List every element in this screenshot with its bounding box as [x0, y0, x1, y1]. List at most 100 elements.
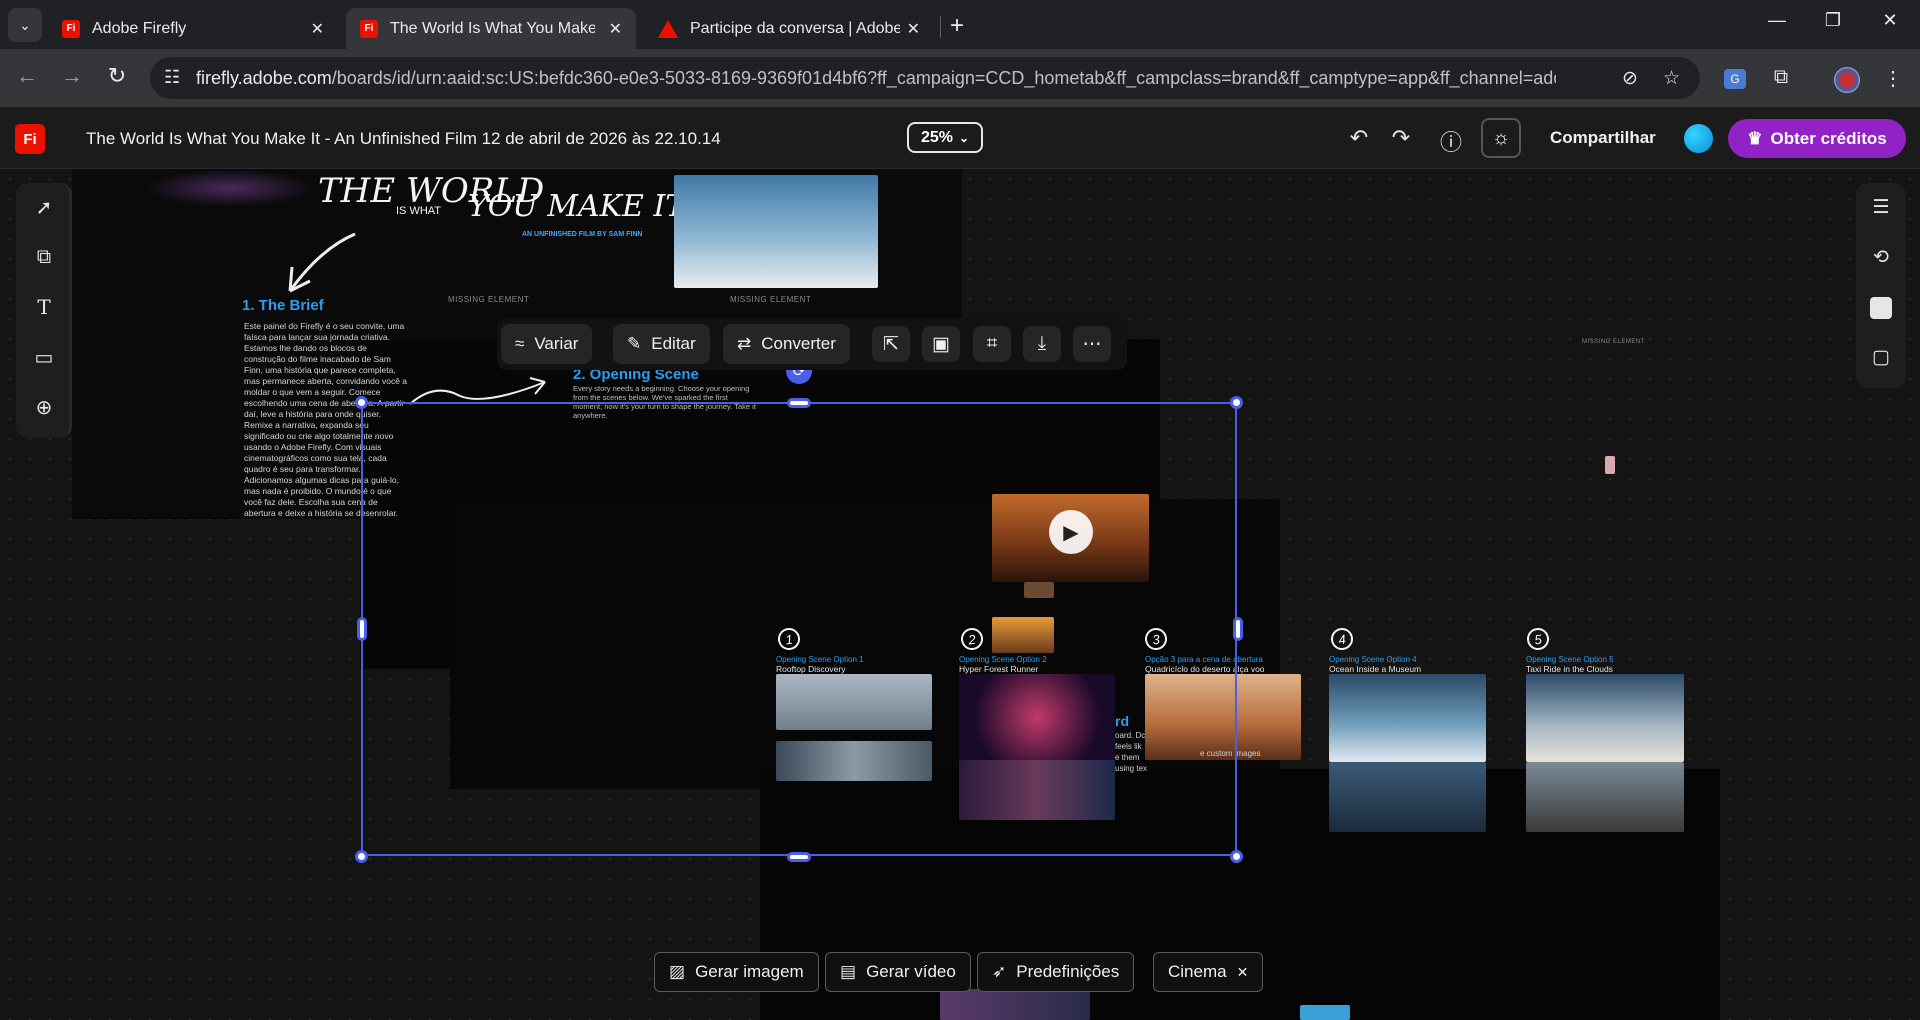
brief-heading: 1. The Brief [242, 297, 324, 314]
tab-title: Adobe Firefly [92, 19, 187, 37]
option-number-badge: 5 [1525, 626, 1551, 652]
close-icon[interactable]: ✕ [1237, 964, 1249, 981]
tab-search-button[interactable]: ⌄ [8, 8, 42, 42]
site-info-icon[interactable]: ☷ [164, 67, 180, 88]
resize-handle-bottom-left[interactable] [355, 850, 368, 863]
tab-world-board[interactable]: Fi The World Is What You Make It ✕ [346, 8, 636, 49]
adobe-stock-icon[interactable]: St [1870, 297, 1892, 319]
new-tab-button[interactable]: + [950, 12, 964, 40]
presets-label: Predefinições [1016, 962, 1120, 981]
tab-adobe-community[interactable]: Participe da conversa | Adobe D ✕ [644, 8, 934, 49]
add-image-icon[interactable]: ⊕ [30, 393, 58, 421]
missing-element-label: MISSING ELEMENT [730, 295, 812, 304]
more-vertical-icon[interactable]: ⋮ [1878, 66, 1908, 91]
right-toolbar: ☰ ⟲ St ▢ [1856, 183, 1906, 388]
tab-title: The World Is What You Make It [390, 19, 595, 37]
collage-thumbnail[interactable] [1329, 762, 1486, 832]
close-window-button[interactable]: ✕ [1870, 10, 1910, 31]
presets-button[interactable]: ➶ Predefinições [977, 952, 1135, 992]
play-icon[interactable]: ▶ [1049, 510, 1093, 554]
pencil-icon: ✎ [627, 334, 642, 353]
cinema-preset-chip[interactable]: Cinema ✕ [1153, 952, 1264, 992]
resize-handle-right[interactable] [1233, 617, 1243, 641]
hero-title-is-what: IS WHAT [396, 205, 442, 217]
back-arrow-icon[interactable]: ← [12, 63, 42, 89]
edit-label: Editar [651, 334, 696, 353]
small-thumbnail[interactable] [1605, 456, 1615, 474]
url-text[interactable]: firefly.adobe.com/boards/id/urn:aaid:sc:… [196, 68, 1556, 89]
google-translate-icon[interactable]: G [1724, 69, 1746, 89]
resize-handle-top-right[interactable] [1230, 396, 1243, 409]
chevron-down-icon: ⌄ [19, 16, 31, 33]
image-icon[interactable]: ▣ [922, 326, 960, 362]
option-title: Opening Scene Option 4 [1329, 655, 1417, 664]
rectangle-tool-icon[interactable]: ▭ [30, 343, 58, 371]
vary-button[interactable]: ≈ Variar [501, 324, 593, 364]
firefly-favicon-icon: Fi [360, 19, 378, 38]
restore-button[interactable]: ❐ [1813, 10, 1853, 31]
firefly-favicon-icon: Fi [62, 19, 80, 38]
tab-title: Participe da conversa | Adobe D [690, 19, 900, 37]
option-5-thumbnail[interactable] [1526, 674, 1684, 762]
document-title[interactable]: The World Is What You Make It - An Unfin… [86, 129, 721, 149]
profile-avatar[interactable] [1834, 67, 1860, 93]
forward-arrow-icon[interactable]: → [57, 63, 87, 89]
lightbulb-icon[interactable]: ☼ [1481, 118, 1521, 158]
close-icon[interactable]: ✕ [609, 19, 622, 39]
undo-icon[interactable]: ↶ [1344, 125, 1374, 151]
browser-tab-bar: ⌄ Fi Adobe Firefly ✕ Fi The World Is Wha… [0, 0, 1920, 49]
close-icon[interactable]: ✕ [311, 19, 324, 39]
zoom-dropdown[interactable]: 25% ⌄ [907, 122, 983, 153]
adobe-icon [658, 19, 678, 38]
hero-subtitle: AN UNFINISHED FILM BY SAM FINN [522, 231, 643, 238]
missing-element-label: MISSING ELEMENT [448, 295, 530, 304]
selection-box[interactable] [361, 402, 1237, 856]
browser-address-bar: ← → ↻ ☷ firefly.adobe.com/boards/id/urn:… [0, 49, 1920, 107]
reload-icon[interactable]: ↻ [102, 63, 132, 89]
upscale-icon[interactable]: ⇱ [872, 326, 910, 362]
convert-button[interactable]: ⇄ Converter [723, 324, 850, 364]
resize-handle-left[interactable] [357, 617, 367, 641]
close-icon[interactable]: ✕ [907, 19, 920, 39]
omnibox[interactable]: ☷ firefly.adobe.com/boards/id/urn:aaid:s… [150, 57, 1700, 99]
resize-handle-top-left[interactable] [355, 396, 368, 409]
credits-label: Obter créditos [1770, 128, 1887, 148]
user-avatar[interactable] [1684, 124, 1713, 153]
camera-off-icon[interactable]: ⊘ [1622, 67, 1638, 90]
edit-button[interactable]: ✎ Editar [613, 324, 710, 364]
generate-image-button[interactable]: ▨ Gerar imagem [654, 952, 819, 992]
select-pointer-icon[interactable]: ➚ [30, 193, 58, 221]
text-tool-icon[interactable]: T [30, 293, 58, 321]
chevron-down-icon: ⌄ [958, 130, 970, 145]
share-button[interactable]: Compartilhar [1550, 128, 1656, 148]
flying-cars-image[interactable] [674, 175, 878, 288]
minimize-button[interactable]: — [1757, 10, 1797, 31]
convert-icon: ⇄ [737, 334, 752, 353]
more-horizontal-icon[interactable]: ⋯ [1073, 326, 1111, 362]
crop-icon[interactable]: ⌗ [973, 326, 1011, 362]
get-credits-button[interactable]: ♛ Obter créditos [1728, 119, 1906, 158]
resize-handle-bottom[interactable] [787, 852, 811, 862]
resize-handle-top[interactable] [787, 398, 811, 408]
collage-thumbnail[interactable] [1300, 1005, 1350, 1020]
download-icon[interactable]: ⤓ [1023, 326, 1061, 362]
redo-icon[interactable]: ↷ [1386, 125, 1416, 151]
help-icon[interactable]: ⓘ [1436, 125, 1466, 157]
collage-thumbnail[interactable] [940, 989, 1090, 1020]
hero-image[interactable] [145, 169, 315, 207]
adjustments-sliders-icon[interactable]: ☰ [1867, 193, 1895, 221]
comment-icon[interactable]: ▢ [1867, 343, 1895, 371]
option-4-thumbnail[interactable] [1329, 674, 1486, 762]
option-title: Opening Scene Option 5 [1526, 655, 1614, 664]
bookmark-star-icon[interactable]: ☆ [1663, 67, 1680, 90]
firefly-logo[interactable]: Fi [15, 124, 45, 154]
extensions-icon[interactable]: ⧉ [1766, 66, 1796, 89]
history-icon[interactable]: ⟲ [1867, 243, 1895, 271]
cinema-label: Cinema [1168, 962, 1227, 981]
hero-title-you-make-it: YOU MAKE IT [468, 189, 686, 224]
collage-thumbnail[interactable] [1526, 762, 1684, 832]
generate-video-button[interactable]: ▤ Gerar vídeo [825, 952, 971, 992]
resize-handle-bottom-right[interactable] [1230, 850, 1243, 863]
insert-artboard-icon[interactable]: ⧉ [30, 243, 58, 271]
tab-adobe-firefly[interactable]: Fi Adobe Firefly ✕ [48, 8, 338, 49]
